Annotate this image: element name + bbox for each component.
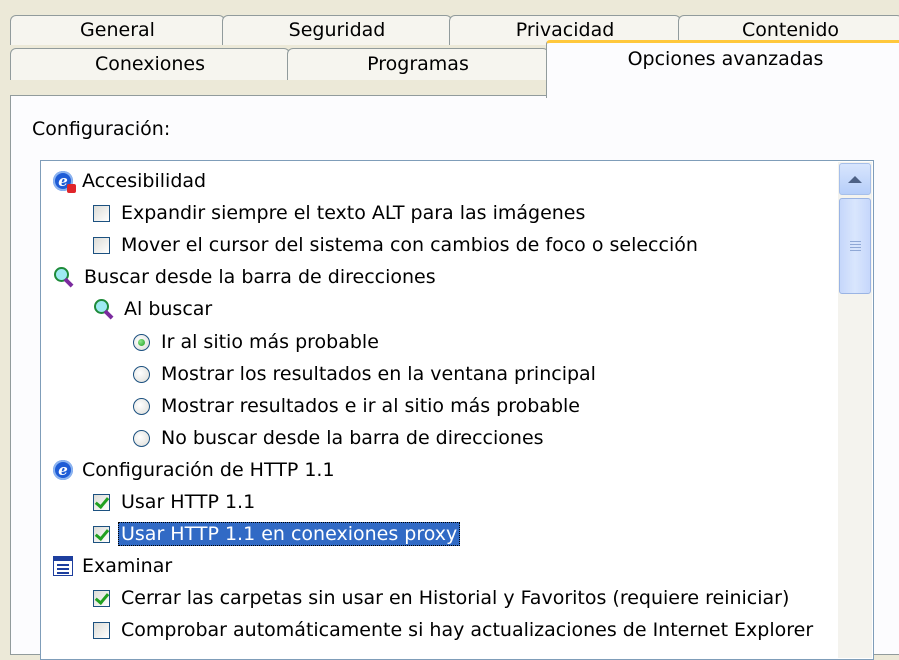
scroll-up-button[interactable] [839, 163, 871, 195]
group-search-label: Buscar desde la barra de direcciones [84, 266, 436, 288]
radio-label: Mostrar los resultados en la ventana pri… [161, 363, 596, 385]
option-label: Usar HTTP 1.1 en conexiones proxy [118, 522, 461, 546]
configuration-label: Configuración: [32, 118, 171, 140]
checkbox[interactable] [93, 589, 110, 607]
tab-seguridad[interactable]: Seguridad [222, 15, 452, 45]
option-close-unused-folders[interactable]: Cerrar las carpetas sin usar en Historia… [93, 583, 792, 613]
option-use-http11-proxy[interactable]: Usar HTTP 1.1 en conexiones proxy [93, 519, 461, 549]
option-label: Cerrar las carpetas sin usar en Historia… [121, 587, 790, 609]
group-browse-label: Examinar [82, 555, 173, 577]
document-list-icon [53, 556, 73, 576]
option-label: Usar HTTP 1.1 [121, 491, 256, 513]
radio-button[interactable] [133, 429, 150, 447]
radio-label: Ir al sitio más probable [161, 331, 379, 353]
vertical-scrollbar[interactable] [838, 162, 872, 658]
option-label: Comprobar automáticamente si hay actuali… [121, 619, 814, 641]
radio-button[interactable] [133, 365, 150, 383]
option-label: Expandir siempre el texto ALT para las i… [121, 202, 586, 224]
radio-no-search[interactable]: No buscar desde la barra de direcciones [133, 423, 547, 453]
radio-show-results-and-go[interactable]: Mostrar resultados e ir al sitio más pro… [133, 391, 583, 421]
magnifier-icon [93, 298, 115, 320]
subgroup-label: Al buscar [124, 298, 213, 320]
magnifier-icon [53, 266, 75, 288]
group-http11-label: Configuración de HTTP 1.1 [82, 459, 335, 481]
tab-programas[interactable]: Programas [287, 48, 549, 80]
checkbox[interactable] [93, 525, 110, 543]
settings-tree-list[interactable]: e Accesibilidad Expandir siempre el text… [40, 160, 874, 660]
arrow-up-icon [848, 175, 862, 183]
group-http11: e Configuración de HTTP 1.1 [53, 455, 338, 485]
tab-opciones-avanzadas[interactable]: Opciones avanzadas [546, 40, 899, 98]
checkbox[interactable] [93, 621, 110, 639]
option-move-system-caret[interactable]: Mover el cursor del sistema con cambios … [93, 230, 701, 260]
radio-show-results-main[interactable]: Mostrar los resultados en la ventana pri… [133, 359, 599, 389]
radio-button[interactable] [133, 333, 150, 351]
radio-label: Mostrar resultados e ir al sitio más pro… [161, 395, 580, 417]
radio-label: No buscar desde la barra de direcciones [161, 427, 544, 449]
checkbox[interactable] [93, 493, 110, 511]
radio-go-most-likely[interactable]: Ir al sitio más probable [133, 327, 382, 357]
checkbox[interactable] [93, 204, 110, 222]
ie-icon: e [53, 460, 73, 480]
scroll-thumb[interactable] [839, 198, 871, 294]
group-accessibility-label: Accesibilidad [82, 170, 207, 192]
tab-conexiones[interactable]: Conexiones [10, 48, 290, 80]
group-search: Buscar desde la barra de direcciones [53, 262, 439, 292]
group-accessibility: e Accesibilidad [53, 166, 209, 196]
ie-settings-icon: e [53, 171, 76, 193]
tab-general[interactable]: General [10, 15, 225, 45]
option-expand-alt-text[interactable]: Expandir siempre el texto ALT para las i… [93, 198, 588, 228]
option-label: Mover el cursor del sistema con cambios … [121, 234, 698, 256]
radio-button[interactable] [133, 397, 150, 415]
checkbox[interactable] [93, 236, 110, 254]
option-use-http11[interactable]: Usar HTTP 1.1 [93, 487, 258, 517]
group-browse: Examinar [53, 551, 175, 581]
subgroup-when-searching: Al buscar [93, 294, 215, 324]
